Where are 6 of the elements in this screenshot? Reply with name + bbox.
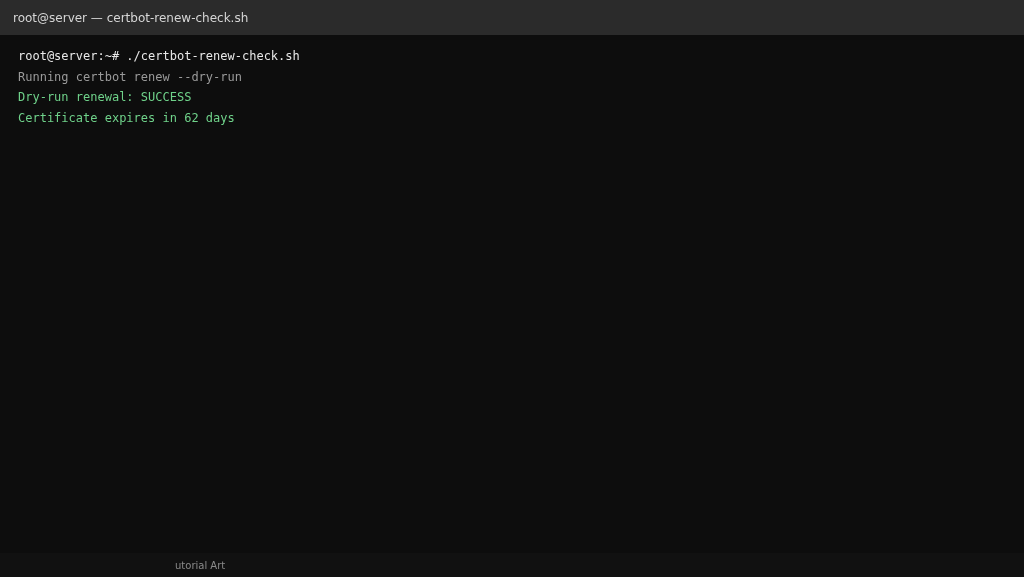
footer-text: utorial Art xyxy=(175,558,226,573)
output-line: Running certbot renew --dry-run xyxy=(18,68,242,86)
success-line: Dry-run renewal: SUCCESS xyxy=(18,89,192,106)
window-title: root@server — certbot-renew-check.sh xyxy=(13,9,249,27)
success-line: Certificate expires in 62 days xyxy=(18,109,235,127)
command-line: root@server:~# ./certbot-renew-check.sh xyxy=(18,48,300,65)
